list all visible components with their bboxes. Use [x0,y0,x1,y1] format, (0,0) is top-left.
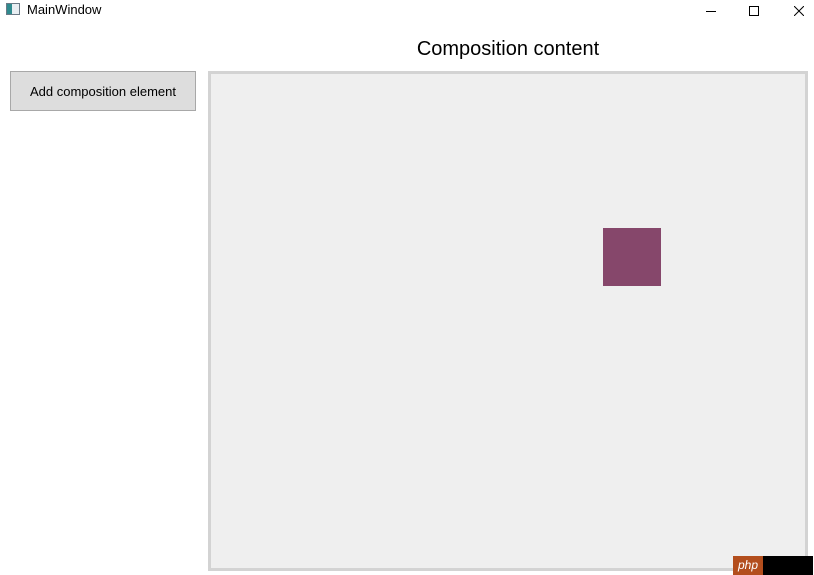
watermark-logo: php [733,556,763,575]
minimize-button[interactable] [688,0,734,22]
maximize-button[interactable] [731,0,777,22]
composition-content-heading: Composition content [416,38,600,60]
window-title: MainWindow [27,2,102,17]
composition-host-area[interactable] [208,71,808,571]
watermark: php [733,556,813,575]
main-window: MainWindow Composition content Add compo… [0,0,814,575]
app-window-icon [6,3,20,15]
close-button[interactable] [776,0,814,22]
add-composition-element-button[interactable]: Add composition element [10,71,196,111]
minimize-icon [706,11,716,12]
close-icon [794,6,804,16]
title-bar[interactable]: MainWindow [0,0,814,22]
maximize-icon [749,6,759,16]
composition-element-square [603,228,661,286]
